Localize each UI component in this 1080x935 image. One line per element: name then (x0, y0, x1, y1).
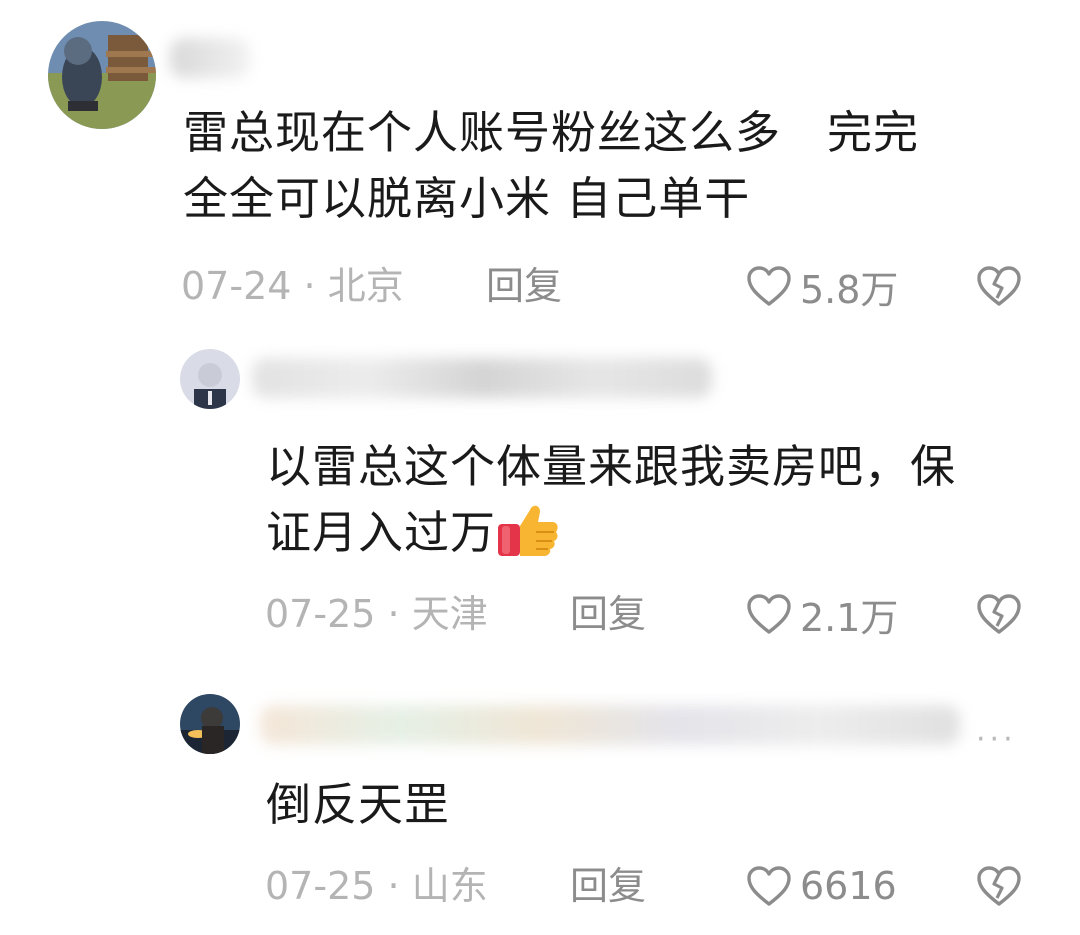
avatar[interactable] (180, 349, 240, 409)
comment-list: 雷总现在个人账号粉丝这么多 完完 全全可以脱离小米 自己单干 07-24 · 北… (0, 0, 1080, 935)
meta-separator: · (387, 864, 400, 908)
username-blurred[interactable] (260, 705, 960, 745)
heart-outline-icon (747, 594, 791, 634)
username-blurred[interactable] (252, 358, 712, 398)
more-icon[interactable]: ··· (976, 722, 1017, 757)
like-button[interactable]: 6616 (746, 858, 897, 914)
thumbs-up-emoji (498, 505, 558, 556)
broken-heart-icon[interactable] (976, 265, 1022, 307)
comment-meta: 07-25 · 天津 (265, 586, 488, 642)
broken-heart-icon[interactable] (976, 593, 1022, 635)
broken-heart-icon[interactable] (976, 865, 1022, 907)
comment-location: 山东 (411, 864, 488, 908)
reply-button[interactable]: 回复 (570, 586, 646, 642)
comment-date: 07-24 (181, 264, 292, 308)
like-count: 6616 (800, 864, 897, 908)
username-blurred[interactable] (170, 38, 250, 78)
comment-text: 雷总现在个人账号粉丝这么多 完完 全全可以脱离小米 自己单干 (183, 100, 919, 232)
meta-separator: · (303, 264, 316, 308)
comment-text-line: 雷总现在个人账号粉丝这么多 完完 (183, 106, 920, 159)
comment-location: 天津 (411, 592, 488, 636)
comment-date: 07-25 (265, 864, 376, 908)
comment-text-line: 以雷总这个体量来跟我卖房吧，保 (266, 440, 957, 493)
like-count: 5.8万 (800, 267, 899, 312)
like-button[interactable]: 5.8万 (746, 258, 898, 314)
comment-text: 倒反天罡 (266, 772, 450, 838)
comment-meta: 07-25 · 山东 (265, 858, 488, 914)
comment-text-line: 倒反天罡 (266, 778, 451, 831)
comment-location: 北京 (327, 264, 404, 308)
meta-separator: · (387, 592, 400, 636)
reply-button[interactable]: 回复 (486, 258, 562, 314)
comment-date: 07-25 (265, 592, 376, 636)
like-button[interactable]: 2.1万 (746, 586, 898, 642)
comment-meta: 07-24 · 北京 (181, 258, 404, 314)
avatar[interactable] (180, 694, 240, 754)
heart-outline-icon (747, 266, 791, 306)
reply-button[interactable]: 回复 (570, 858, 646, 914)
heart-outline-icon (747, 866, 791, 906)
avatar[interactable] (48, 21, 156, 129)
comment-text-line: 证月入过万 (266, 506, 497, 559)
comment-text: 以雷总这个体量来跟我卖房吧，保 证月入过万 (266, 434, 956, 566)
like-count: 2.1万 (800, 595, 899, 640)
comment-text-line: 全全可以脱离小米 自己单干 (183, 172, 751, 225)
